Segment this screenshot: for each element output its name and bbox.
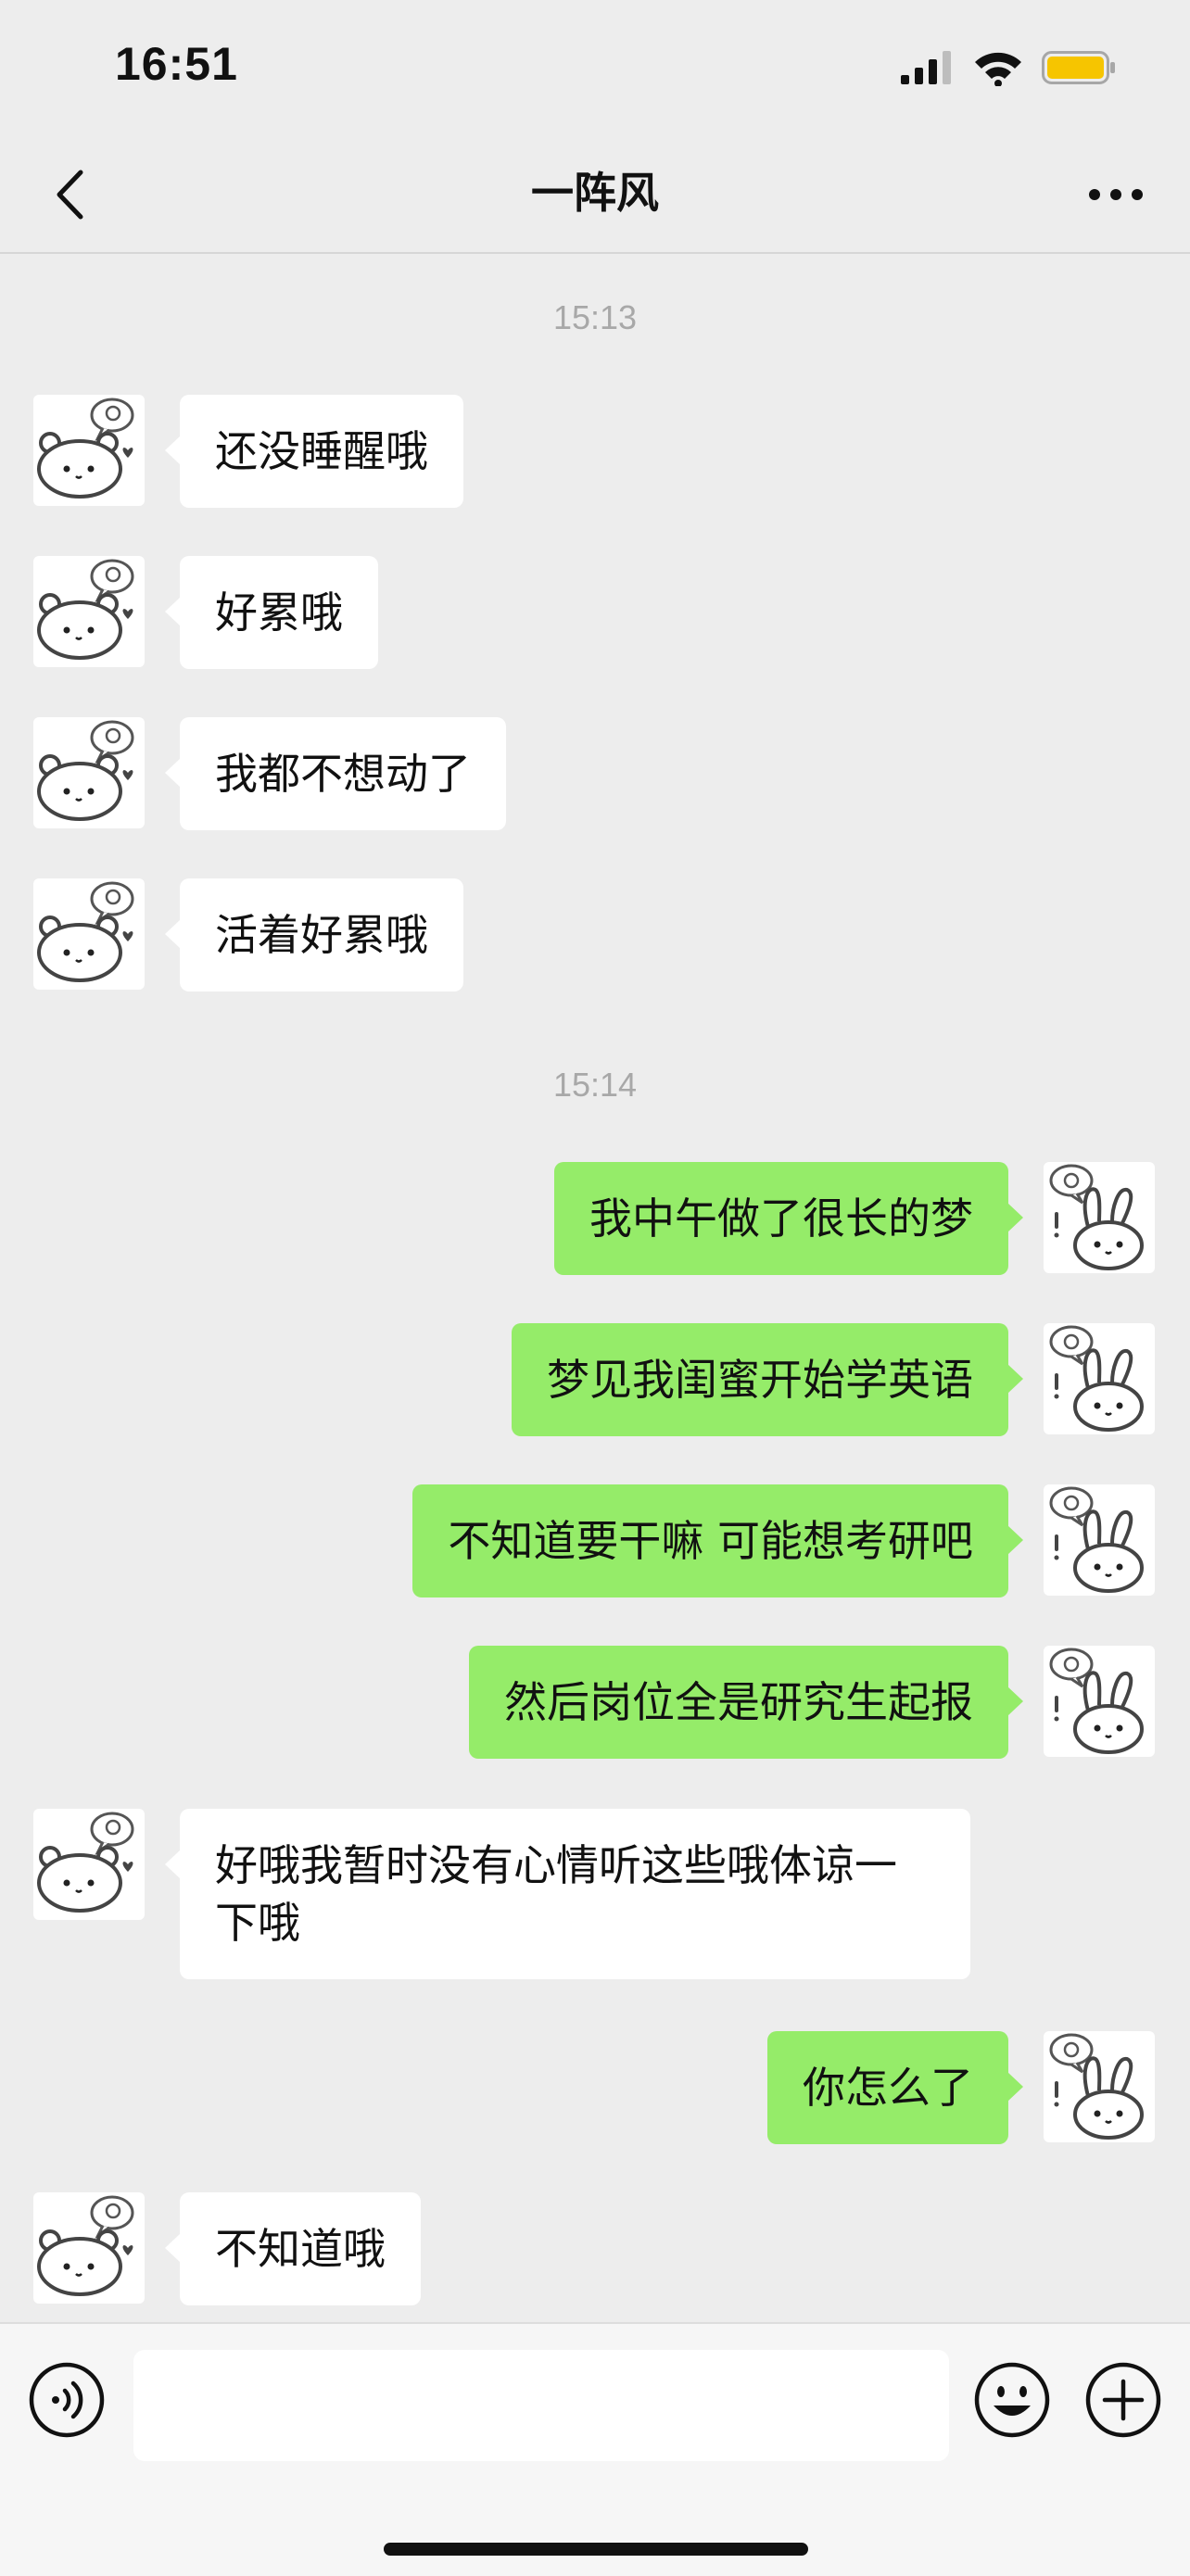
home-indicator[interactable] (384, 2543, 808, 2556)
incoming-message-bubble[interactable]: 还没睡醒哦 (165, 395, 463, 508)
friend-avatar[interactable] (33, 1809, 145, 1920)
friend-avatar[interactable] (33, 878, 145, 990)
emoji-button[interactable] (973, 2361, 1051, 2439)
outgoing-message-bubble[interactable]: 你怎么了 (767, 2031, 1023, 2144)
status-time: 16:51 (115, 38, 238, 90)
bunny-avatar-icon (1049, 2033, 1144, 2140)
outgoing-message-bubble[interactable]: 不知道要干嘛 可能想考研吧 (412, 1484, 1023, 1597)
incoming-message-bubble[interactable]: 好哦我暂时没有心情听这些哦体谅一下哦 (165, 1809, 970, 1979)
bear-avatar-icon (37, 720, 134, 821)
friend-avatar[interactable] (33, 2192, 145, 2304)
message-input[interactable] (133, 2350, 949, 2461)
my-avatar[interactable] (1044, 1162, 1155, 1273)
chat-title: 一阵风 (531, 168, 659, 218)
friend-avatar[interactable] (33, 717, 145, 828)
bunny-avatar-icon (1049, 1325, 1144, 1432)
more-button[interactable] (1079, 162, 1153, 227)
incoming-message-bubble[interactable]: 好累哦 (165, 556, 378, 669)
more-dots-icon (1089, 189, 1143, 200)
bunny-avatar-icon (1049, 1648, 1144, 1754)
my-avatar[interactable] (1044, 1646, 1155, 1757)
navigation-bar: 一阵风 (0, 134, 1190, 254)
bunny-avatar-icon (1049, 1486, 1144, 1593)
incoming-message-bubble[interactable]: 不知道哦 (165, 2192, 421, 2305)
outgoing-message-bubble[interactable]: 然后岗位全是研究生起报 (469, 1646, 1023, 1759)
bunny-avatar-icon (1049, 1164, 1144, 1270)
outgoing-message-bubble[interactable]: 我中午做了很长的梦 (554, 1162, 1023, 1275)
friend-avatar[interactable] (33, 556, 145, 667)
bear-avatar-icon (37, 559, 134, 660)
bear-avatar-icon (37, 2195, 134, 2296)
voice-icon (29, 2362, 105, 2438)
incoming-message-bubble[interactable]: 我都不想动了 (165, 717, 506, 830)
voice-button[interactable] (28, 2361, 106, 2439)
my-avatar[interactable] (1044, 2031, 1155, 2142)
status-bar: 16:51 (0, 0, 1190, 134)
incoming-message-bubble[interactable]: 活着好累哦 (165, 878, 463, 991)
friend-avatar[interactable] (33, 395, 145, 506)
message-timestamp: 15:14 (552, 1066, 638, 1104)
bear-avatar-icon (37, 881, 134, 982)
my-avatar[interactable] (1044, 1323, 1155, 1434)
message-timestamp: 15:13 (552, 298, 638, 336)
wifi-icon (975, 52, 1021, 86)
cellular-signal-icon (901, 51, 951, 84)
chat-message-list[interactable]: 15:13 还没睡醒哦 好累哦 我都不想动了 活着好累哦 15:14 我中午做了… (0, 252, 1190, 2322)
plus-icon (1085, 2362, 1161, 2438)
my-avatar[interactable] (1044, 1484, 1155, 1596)
status-icons (901, 44, 1116, 91)
bear-avatar-icon (37, 398, 134, 499)
battery-icon (1042, 51, 1115, 84)
emoji-icon (974, 2362, 1050, 2438)
more-actions-button[interactable] (1084, 2361, 1162, 2439)
bear-avatar-icon (37, 1812, 134, 1913)
outgoing-message-bubble[interactable]: 梦见我闺蜜开始学英语 (512, 1323, 1023, 1436)
input-bar (0, 2322, 1190, 2576)
